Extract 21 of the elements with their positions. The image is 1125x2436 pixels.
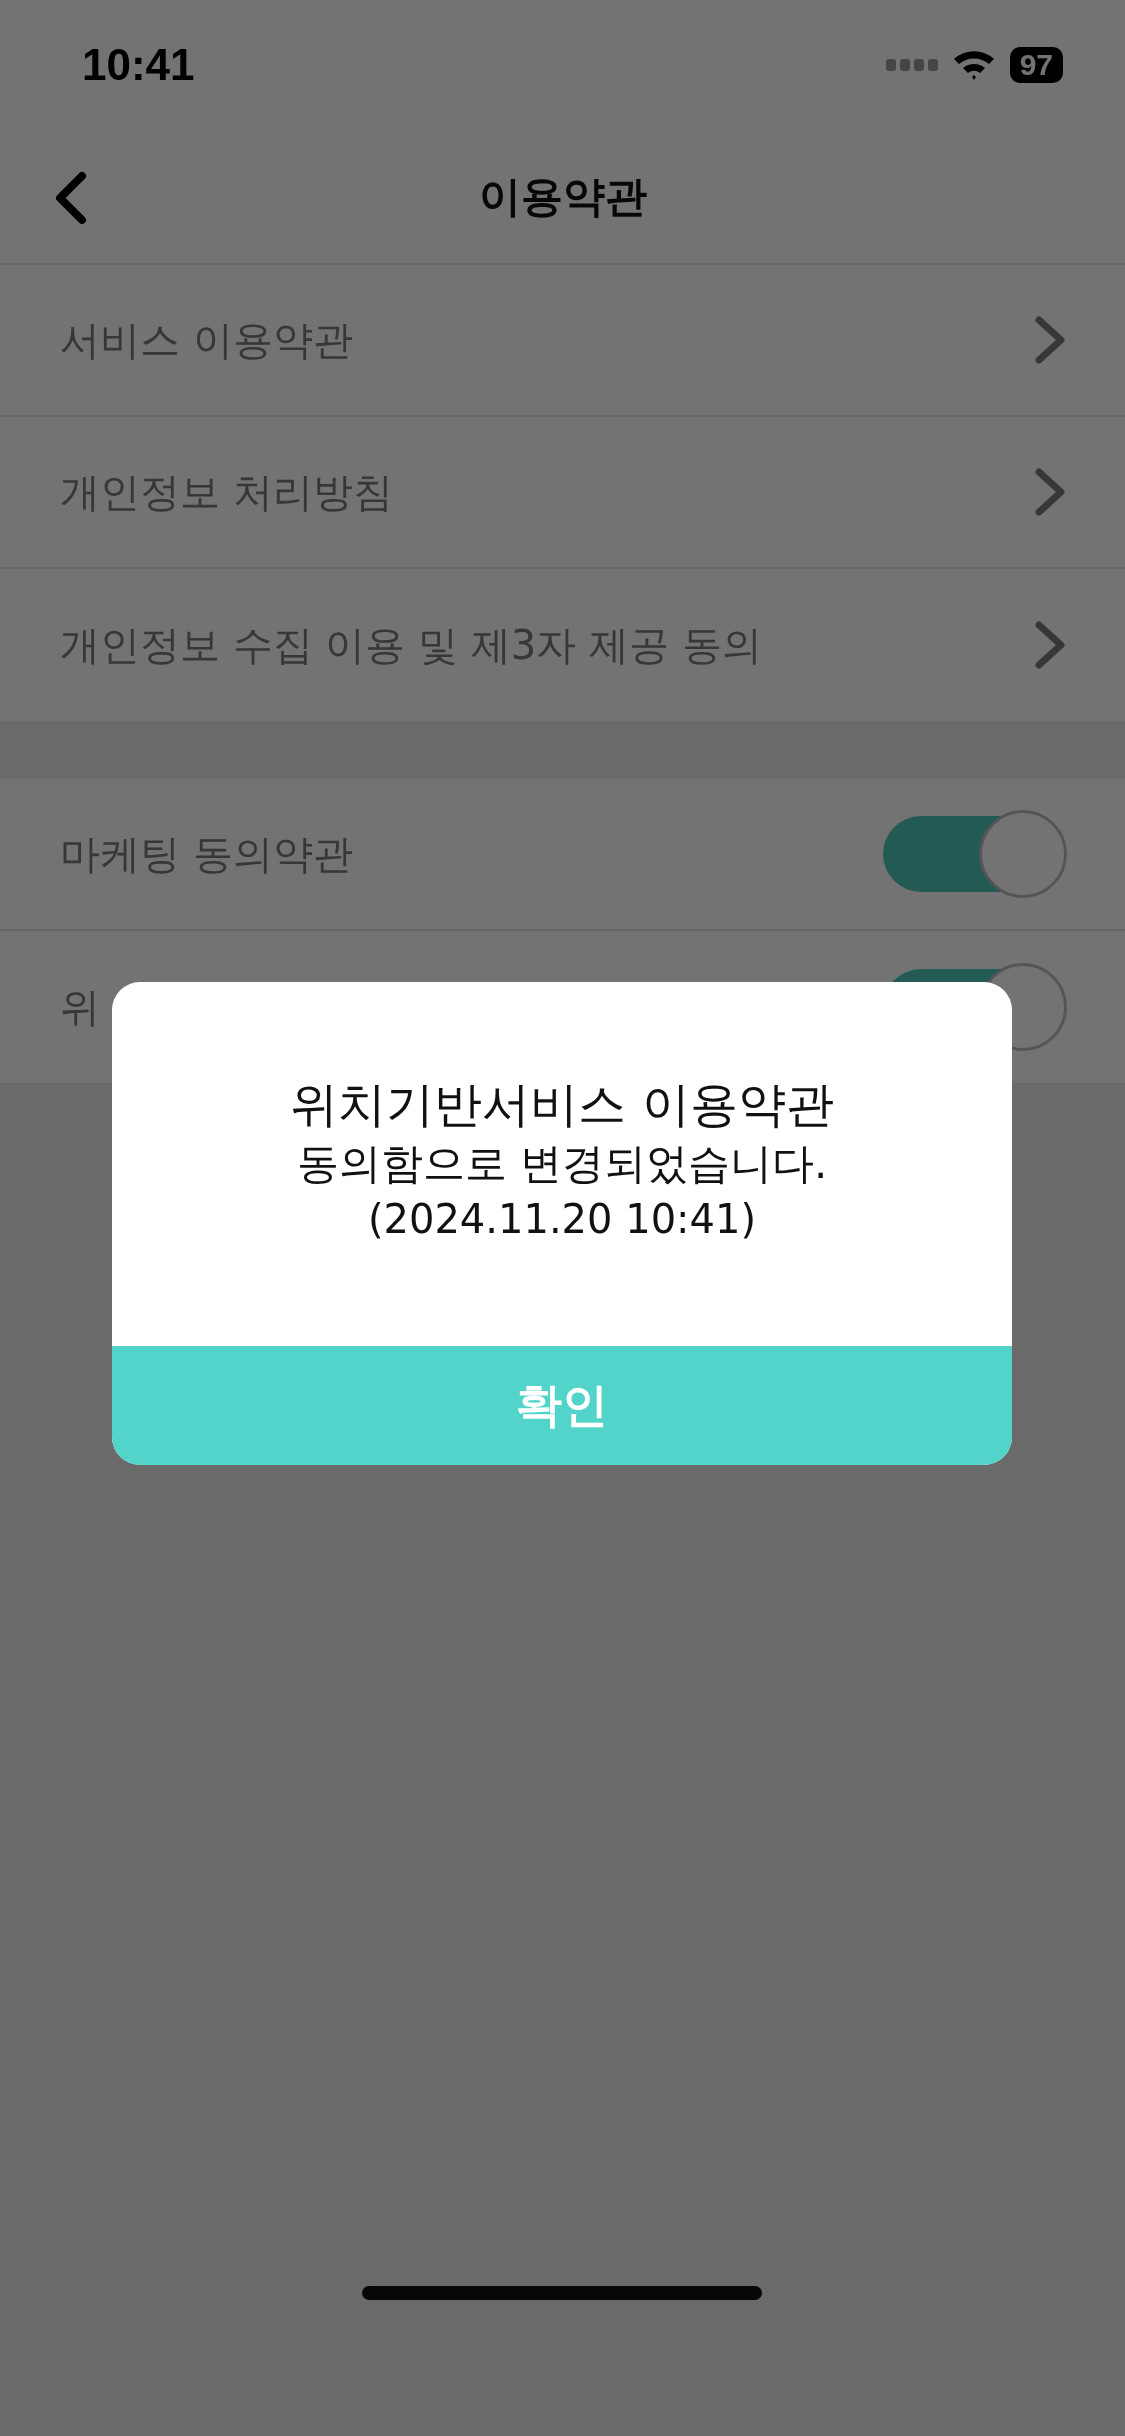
chevron-right-icon [1033,466,1067,518]
battery-level: 97 [1009,47,1063,83]
status-time: 10:41 [82,40,195,90]
toggle-switch[interactable] [883,808,1067,900]
dialog-message: (2024.11.20 10:41) [367,1195,757,1245]
signal-icon [885,59,938,71]
row-label: 개인정보 처리방침 [60,467,393,517]
settings-row[interactable]: 마케팅 동의약관 [0,779,1125,931]
settings-row[interactable]: 서비스 이용약관 [0,265,1125,417]
row-label: 서비스 이용약관 [60,315,353,365]
row-label: 마케팅 동의약관 [60,829,353,879]
dialog-message: 위치기반서비스 이용약관 [290,1074,834,1134]
dialog-message: 동의함으로 변경되었습니다. [296,1137,828,1190]
settings-row[interactable]: 개인정보 수집 이용 및 제3자 제공 동의 [0,569,1125,721]
row-label: 개인정보 수집 이용 및 제3자 제공 동의 [60,620,762,670]
row-label: 위 [60,982,100,1032]
confirm-button[interactable]: 확인 [112,1346,1012,1465]
settings-row[interactable]: 개인정보 처리방침 [0,417,1125,569]
chevron-right-icon [1033,619,1067,671]
page-title: 이용약관 [478,170,647,223]
chevron-right-icon [1033,314,1067,366]
